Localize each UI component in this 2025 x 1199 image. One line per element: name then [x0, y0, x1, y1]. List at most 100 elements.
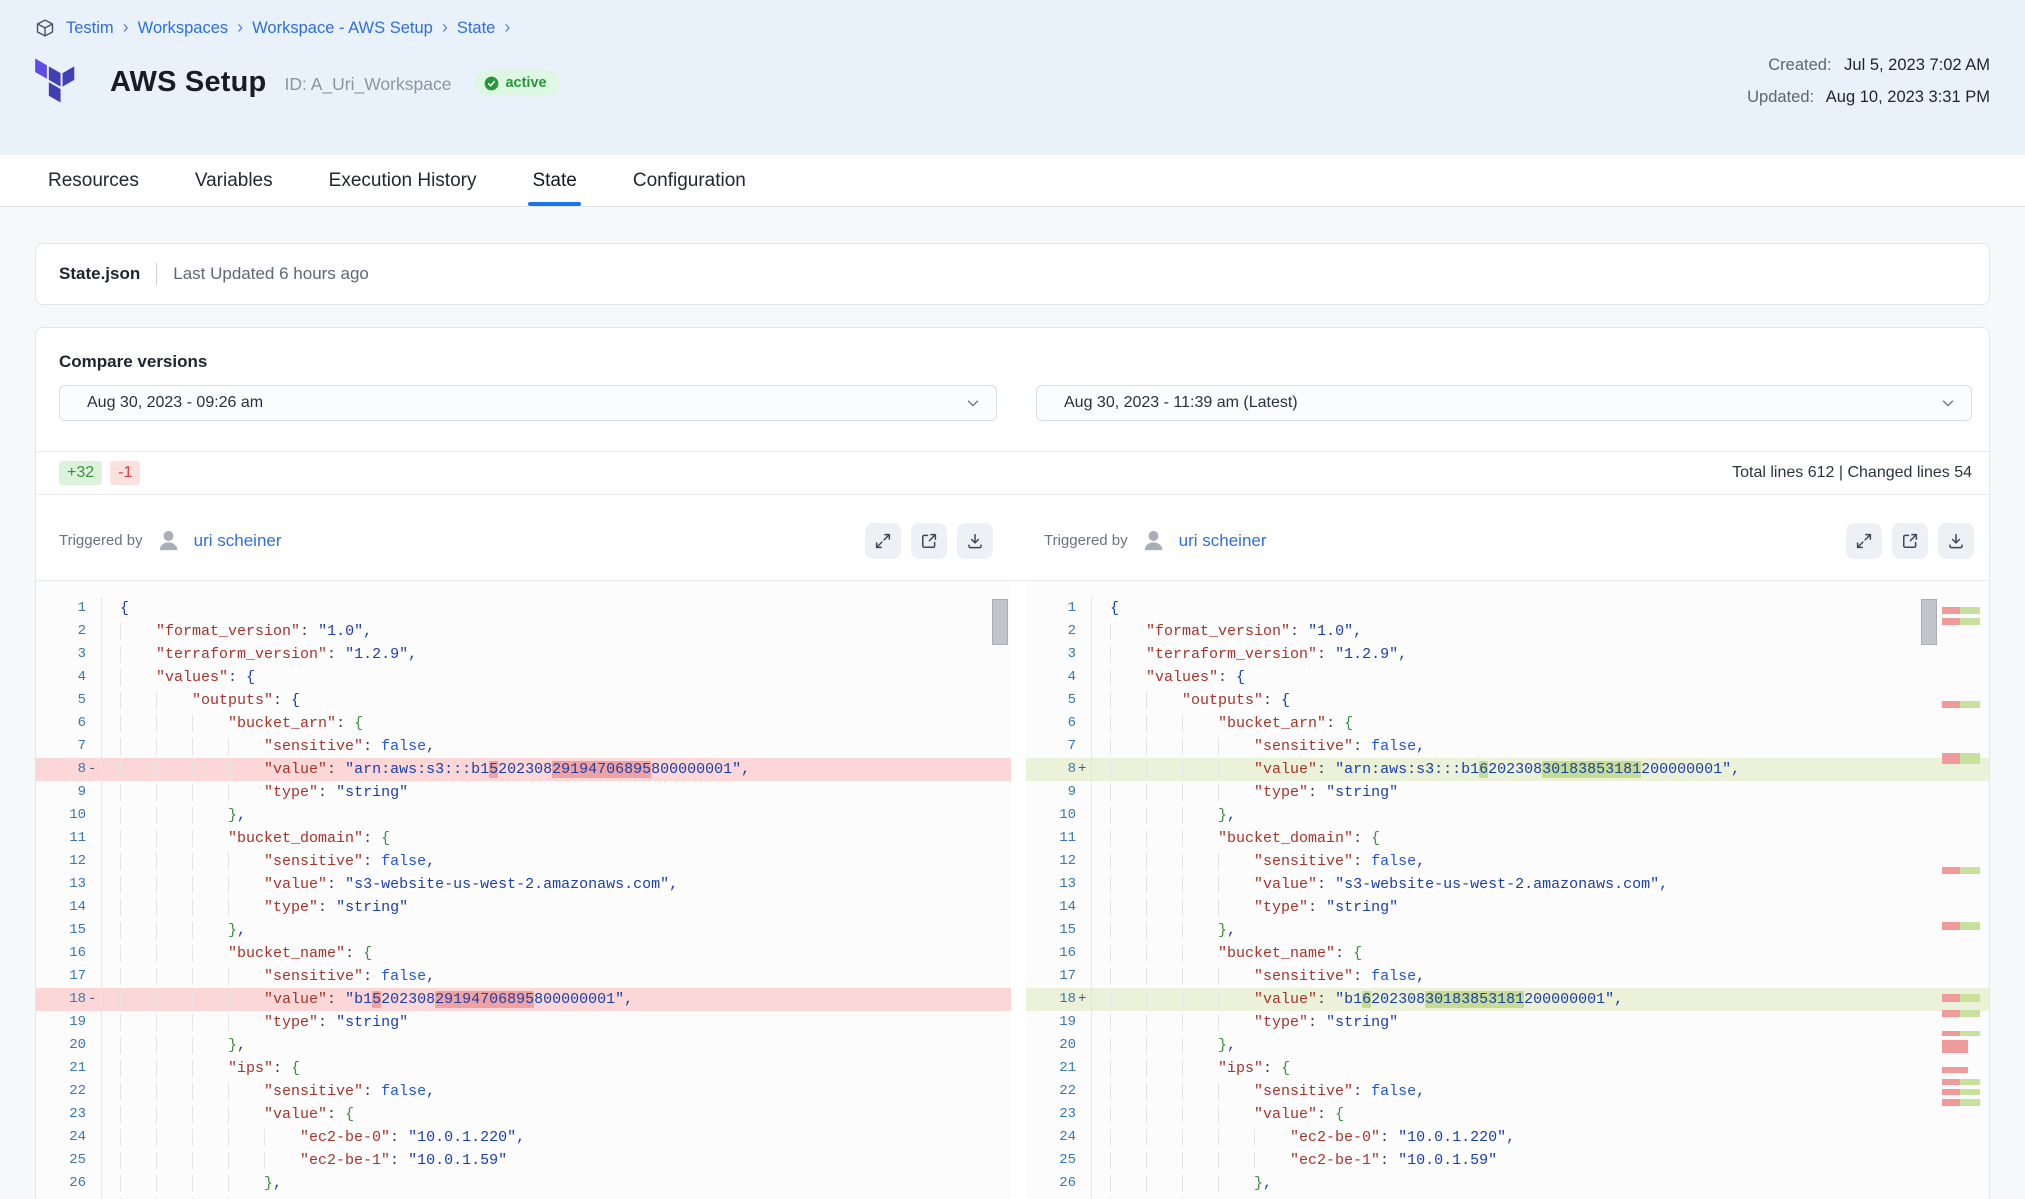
diff-sign — [88, 804, 101, 827]
tab-configuration[interactable]: Configuration — [633, 155, 746, 206]
token — [120, 991, 264, 1008]
code-text: "type": [ — [1092, 1195, 1989, 1199]
line-gutter: 13 — [36, 873, 102, 896]
token — [120, 761, 264, 778]
breadcrumb-link-state[interactable]: State — [457, 19, 496, 38]
open-external-button[interactable] — [1892, 523, 1928, 559]
token: } — [264, 1175, 273, 1192]
code-line: 5 "outputs": { — [1026, 689, 1989, 712]
expand-button[interactable] — [1846, 523, 1882, 559]
code-line: 21 "ips": { — [36, 1057, 1011, 1080]
token: : — [327, 991, 345, 1008]
diff-marker — [1942, 994, 1982, 1002]
token — [1110, 1037, 1218, 1054]
line-gutter: 19 — [1026, 1011, 1092, 1034]
diff-sign — [1078, 1149, 1091, 1172]
token: "10.0.1.59" — [1398, 1152, 1497, 1169]
token: false — [1371, 1083, 1416, 1100]
diff-marker — [1942, 618, 1982, 625]
token: , — [624, 991, 633, 1008]
line-gutter: 15 — [1026, 919, 1092, 942]
code-line: 8+ "value": "arn:aws:s3:::b1620230830183… — [1026, 758, 1989, 781]
diff-stats-row: +32 -1 Total lines 612 | Changed lines 5… — [36, 452, 1989, 494]
open-external-button[interactable] — [911, 523, 947, 559]
left-version-select[interactable]: Aug 30, 2023 - 09:26 am — [59, 385, 997, 421]
line-gutter: 21 — [1026, 1057, 1092, 1080]
code-text: "ec2-be-0": "10.0.1.220", — [102, 1126, 1011, 1149]
scrollbar-thumb[interactable] — [992, 599, 1008, 645]
terraform-logo — [35, 55, 82, 109]
code-text: "value": "arn:aws:s3:::b1620230830183853… — [1092, 758, 1989, 781]
code-text: "type": "string" — [102, 1011, 1011, 1034]
code-text: "sensitive": false, — [102, 1080, 1011, 1103]
added-marker — [1960, 922, 1980, 930]
code-line: 15 }, — [36, 919, 1011, 942]
expand-icon — [874, 532, 892, 550]
token: "terraform_version" — [1146, 646, 1317, 663]
token — [1110, 1175, 1254, 1192]
breadcrumb-link-workspace-aws-setup[interactable]: Workspace - AWS Setup — [252, 19, 433, 38]
code-line: 6 "bucket_arn": { — [36, 712, 1011, 735]
token — [120, 646, 156, 663]
token: 29194706895 — [435, 991, 534, 1008]
token — [1110, 899, 1254, 916]
line-number: 7 — [36, 735, 88, 758]
diff-marker — [1942, 753, 1982, 764]
user-link[interactable]: uri scheiner — [194, 531, 282, 551]
tab-variables[interactable]: Variables — [195, 155, 273, 206]
token: , — [1398, 646, 1407, 663]
diff-sign — [88, 919, 101, 942]
token: , — [1416, 853, 1425, 870]
token: 6 — [1362, 991, 1371, 1008]
diff-sign — [88, 735, 101, 758]
breadcrumb-link-workspaces[interactable]: Workspaces — [138, 19, 228, 38]
removed-marker — [1942, 618, 1960, 625]
diff-marker — [1942, 1040, 1982, 1053]
diff-sign — [1078, 781, 1091, 804]
token: : — [1308, 1014, 1326, 1031]
token: : — [363, 1083, 381, 1100]
tab-state[interactable]: State — [532, 155, 576, 206]
code-text: "terraform_version": "1.2.9", — [1092, 643, 1989, 666]
code-text: "value": "s3-website-us-west-2.amazonaws… — [102, 873, 1011, 896]
expand-button[interactable] — [865, 523, 901, 559]
token: 5 — [489, 761, 498, 778]
token: "bucket_arn" — [1218, 715, 1326, 732]
diff-overview-ruler[interactable] — [1942, 581, 1982, 1199]
diff-sign — [1078, 896, 1091, 919]
token: "type" — [264, 1014, 318, 1031]
line-number: 6 — [36, 712, 88, 735]
token — [1110, 784, 1254, 801]
line-number: 27 — [1026, 1195, 1078, 1199]
download-button[interactable] — [957, 523, 993, 559]
token: 200000001" — [1524, 991, 1614, 1008]
breadcrumb-link-testim[interactable]: Testim — [66, 19, 114, 38]
line-gutter: 14 — [1026, 896, 1092, 919]
token: { — [291, 692, 300, 709]
token: { — [1236, 669, 1245, 686]
package-icon — [35, 18, 55, 38]
line-number: 11 — [1026, 827, 1078, 850]
diff-sign — [1078, 643, 1091, 666]
code-text: "bucket_domain": { — [1092, 827, 1989, 850]
token: "10.0.1.220" — [1398, 1129, 1506, 1146]
diff-sign — [88, 1034, 101, 1057]
line-number: 13 — [1026, 873, 1078, 896]
token: : — [273, 692, 291, 709]
token: false — [381, 1083, 426, 1100]
line-gutter: 16 — [36, 942, 102, 965]
user-link[interactable]: uri scheiner — [1179, 531, 1267, 551]
token — [1110, 968, 1254, 985]
tab-resources[interactable]: Resources — [48, 155, 139, 206]
right-version-select[interactable]: Aug 30, 2023 - 11:39 am (Latest) — [1036, 385, 1972, 421]
token: : — [390, 1129, 408, 1146]
line-gutter: 18- — [36, 988, 102, 1011]
download-button[interactable] — [1938, 523, 1974, 559]
token: "string" — [1326, 899, 1398, 916]
code-text: "type": [ — [102, 1195, 1011, 1199]
triggered-by-label: Triggered by — [1044, 532, 1128, 549]
token: "arn:aws:s3:::b1 — [1335, 761, 1479, 778]
token: , — [1263, 1175, 1272, 1192]
tab-execution-history[interactable]: Execution History — [329, 155, 477, 206]
scrollbar-thumb[interactable] — [1921, 599, 1937, 645]
